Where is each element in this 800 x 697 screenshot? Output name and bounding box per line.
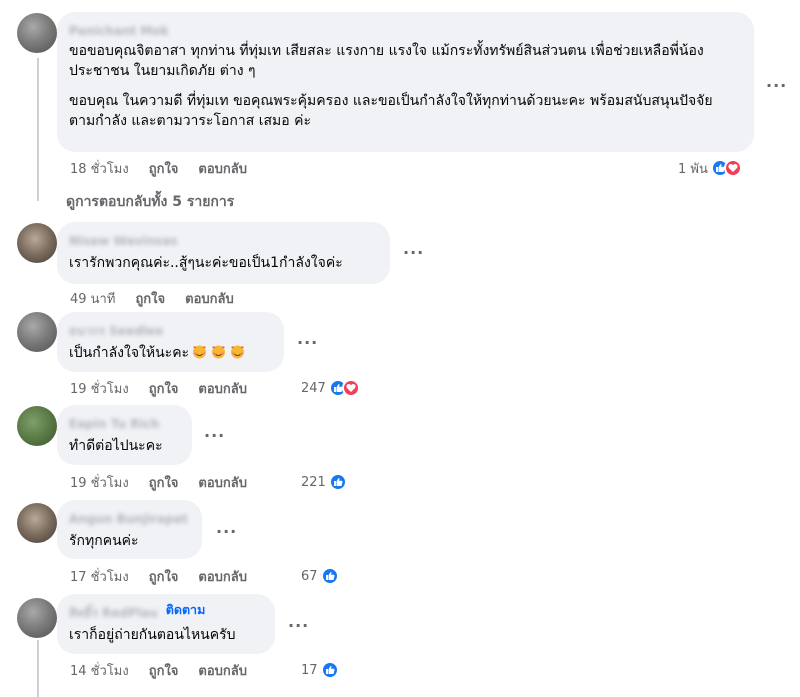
avatar[interactable]: [17, 13, 57, 53]
thread-line: [37, 640, 39, 697]
comment-text: เราก็อยู่ถ่ายกันตอนไหนครับ: [69, 627, 236, 643]
comment-actions: 19 ชั่วโมง ถูกใจ ตอบกลับ: [70, 378, 247, 398]
avatar[interactable]: [17, 503, 57, 543]
avatar[interactable]: [17, 312, 57, 352]
comment-bubble: Panichant Mok ขอขอบคุณจิตอาสา ทุกท่าน ที…: [57, 12, 754, 152]
more-options-icon[interactable]: ···: [403, 245, 424, 261]
comment-time[interactable]: 17 ชั่วโมง: [70, 566, 129, 587]
avatar[interactable]: [17, 223, 57, 263]
comment-time[interactable]: 18 ชั่วโมง: [70, 158, 129, 179]
reaction-count: 221: [301, 474, 326, 490]
comment-bubble: Nisaw Wavinsas เรารักพวกคุณค่ะ..สู้ๆนะค่…: [57, 222, 390, 284]
follow-button[interactable]: ติดตาม: [166, 602, 206, 618]
commenter-name[interactable]: Panichant Mok: [69, 23, 169, 39]
reply-button[interactable]: ตอบกลับ: [198, 566, 247, 587]
love-reaction-icon: [723, 159, 742, 177]
comment-text-body: เป็นกำลังใจให้นะคะ: [69, 345, 190, 361]
comment-actions: 19 ชั่วโมง ถูกใจ ตอบกลับ: [70, 472, 247, 492]
reaction-summary[interactable]: 221: [301, 472, 347, 492]
more-options-icon[interactable]: ···: [216, 524, 237, 540]
comment-actions: 18 ชั่วโมง ถูกใจ ตอบกลับ: [70, 158, 247, 178]
more-options-icon[interactable]: ···: [297, 335, 318, 351]
commenter-name[interactable]: Angun Bunjirapat: [69, 511, 188, 527]
emoji-smiling-hearts-icon: [229, 344, 246, 359]
like-button[interactable]: ถูกใจ: [135, 288, 165, 309]
like-reaction-icon: [320, 661, 339, 679]
view-replies-link[interactable]: ดูการตอบกลับทั้ง 5 รายการ: [66, 191, 234, 213]
commenter-name[interactable]: Eapin Tu Rich: [69, 416, 159, 432]
emoji-smiling-hearts-icon: [210, 344, 227, 359]
like-reaction-icon: [328, 473, 347, 491]
reply-button[interactable]: ตอบกลับ: [198, 472, 247, 493]
reaction-count: 247: [301, 380, 326, 396]
reply-button[interactable]: ตอบกลับ: [198, 660, 247, 681]
comment-text: เป็นกำลังใจให้นะคะ: [69, 343, 272, 363]
like-button[interactable]: ถูกใจ: [149, 378, 179, 399]
commenter-name[interactable]: Nisaw Wavinsas: [69, 233, 177, 249]
like-button[interactable]: ถูกใจ: [149, 158, 179, 179]
reaction-summary[interactable]: 247: [301, 378, 360, 398]
comment-text: ขอขอบคุณจิตอาสา ทุกท่าน ที่ทุ่มเท เสียสล…: [69, 43, 713, 129]
commenter-name[interactable]: สิทธิ์ร RedPlau: [69, 605, 158, 621]
comment-actions: 49 นาที ถูกใจ ตอบกลับ: [70, 288, 234, 308]
thread-line: [37, 58, 39, 201]
reply-button[interactable]: ตอบกลับ: [198, 158, 247, 179]
comment-text: เรารักพวกคุณค่ะ..สู้ๆนะค่ะขอเป็น1กำลังใจ…: [69, 255, 343, 271]
comment-bubble: Angun Bunjirapat รักทุกคนค่ะ: [57, 500, 202, 559]
comment-bubble: สิทธิ์ร RedPlau ติดตาม เราก็อยู่ถ่ายกันตอ…: [57, 594, 275, 654]
reaction-count: 17: [301, 662, 318, 678]
comment-time[interactable]: 14 ชั่วโมง: [70, 660, 129, 681]
more-options-icon[interactable]: ···: [204, 428, 225, 444]
like-button[interactable]: ถูกใจ: [149, 660, 179, 681]
love-reaction-icon: [341, 379, 360, 397]
avatar[interactable]: [17, 406, 57, 446]
emoji-smiling-hearts-icon: [191, 344, 208, 359]
reply-button[interactable]: ตอบกลับ: [185, 288, 234, 309]
reaction-summary[interactable]: 1 พัน: [678, 158, 742, 178]
comment-actions: 17 ชั่วโมง ถูกใจ ตอบกลับ: [70, 566, 247, 586]
like-button[interactable]: ถูกใจ: [149, 566, 179, 587]
avatar[interactable]: [17, 598, 57, 638]
comment-time[interactable]: 49 นาที: [70, 288, 115, 309]
comment-text: ทำดีต่อไปนะคะ: [69, 438, 163, 454]
comment-time[interactable]: 19 ชั่วโมง: [70, 378, 129, 399]
reaction-summary[interactable]: 67: [301, 566, 339, 586]
like-reaction-icon: [320, 567, 339, 585]
like-button[interactable]: ถูกใจ: [149, 472, 179, 493]
commenter-header: สิทธิ์ร RedPlau ติดตาม: [69, 602, 263, 621]
more-options-icon[interactable]: ···: [766, 78, 787, 94]
reaction-count: 1 พัน: [678, 161, 708, 177]
comment-bubble: ธนากร Seedleo เป็นกำลังใจให้นะคะ: [57, 312, 284, 372]
reaction-summary[interactable]: 17: [301, 660, 339, 680]
comment-time[interactable]: 19 ชั่วโมง: [70, 472, 129, 493]
comment-text: รักทุกคนค่ะ: [69, 533, 139, 549]
comment-actions: 14 ชั่วโมง ถูกใจ ตอบกลับ: [70, 660, 247, 680]
commenter-name[interactable]: ธนากร Seedleo: [69, 323, 163, 339]
reaction-count: 67: [301, 568, 318, 584]
comment-bubble: Eapin Tu Rich ทำดีต่อไปนะคะ: [57, 405, 192, 465]
reply-button[interactable]: ตอบกลับ: [198, 378, 247, 399]
more-options-icon[interactable]: ···: [288, 618, 309, 634]
